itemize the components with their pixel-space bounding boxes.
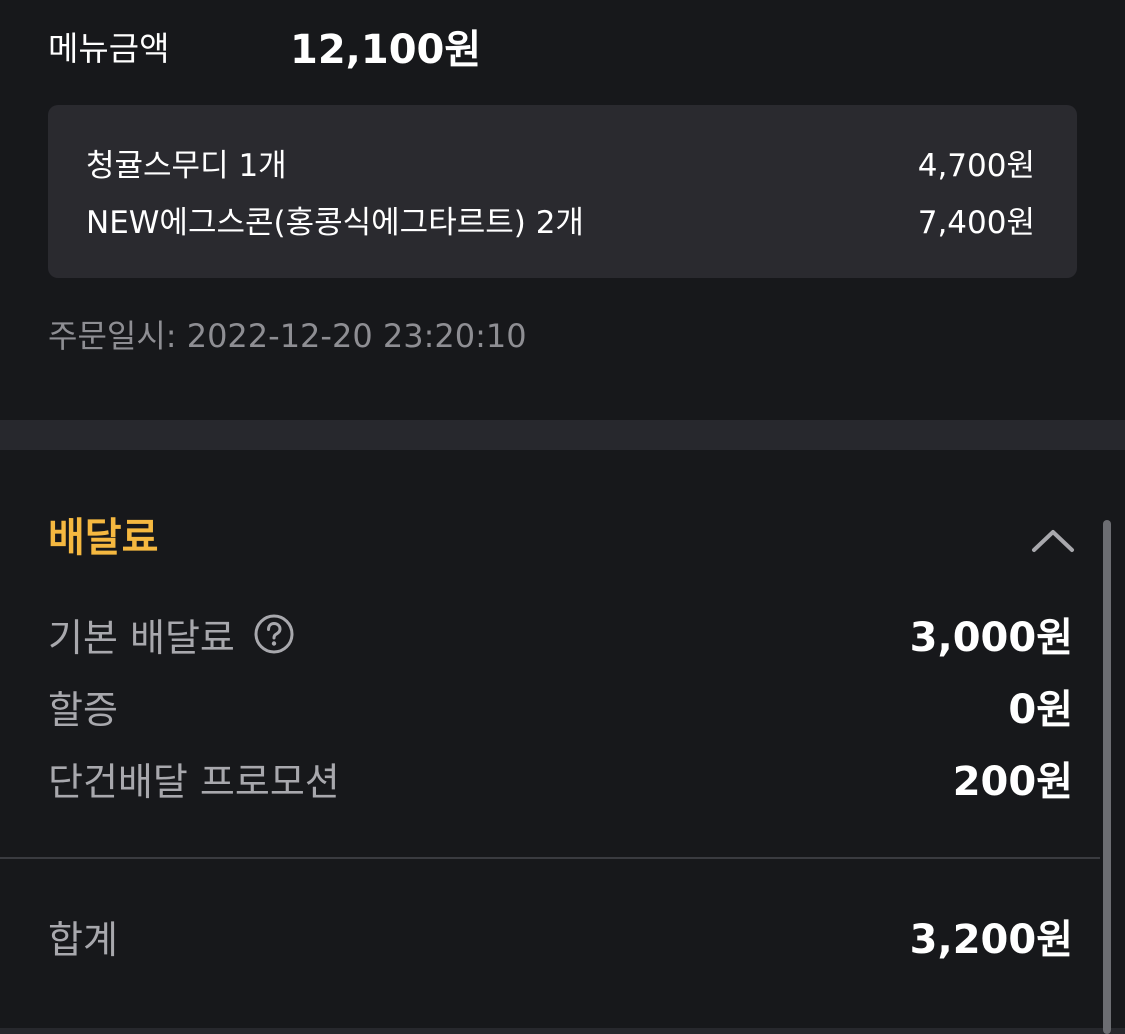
fee-label: 단건배달 프로모션 [48,759,340,804]
fee-value: 200원 [952,759,1073,805]
fee-label: 할증 [48,687,118,732]
fee-value: 0원 [1008,687,1073,733]
delivery-fee-title: 배달료 [48,515,159,561]
question-circle-icon[interactable] [253,613,295,655]
order-item-name: NEW에그스콘(홍콩식에그타르트) 2개 [86,204,584,241]
order-item-price: 4,700원 [917,147,1035,184]
order-item-price: 7,400원 [917,204,1035,241]
order-detail-page: 메뉴금액 12,100원 청귤스무디 1개 4,700원 NEW에그스콘(홍콩식… [0,0,1125,1034]
order-item-name: 청귤스무디 1개 [86,147,287,184]
menu-amount-total: 12,100원 [290,27,482,73]
fee-label: 기본 배달료 [48,615,235,660]
collapse-button[interactable] [1026,518,1080,562]
scrollbar[interactable] [1103,520,1111,1034]
chevron-up-icon [1032,530,1074,552]
fee-total-label: 합계 [48,917,118,962]
order-item-row: NEW에그스콘(홍콩식에그타르트) 2개 7,400원 [86,194,1035,244]
fee-row-surcharge: 할증 0원 [48,676,1073,736]
fee-row-promotion: 단건배달 프로모션 200원 [48,748,1073,808]
order-date: 주문일시: 2022-12-20 23:20:10 [48,317,527,355]
section-divider-bottom [0,1028,1125,1034]
section-divider [0,420,1125,450]
divider [0,857,1100,859]
menu-amount-row: 메뉴금액 12,100원 [48,18,481,74]
fee-row-base: 기본 배달료 3,000원 [48,604,1073,664]
fee-total-row: 합계 3,200원 [48,906,1073,966]
order-item-row: 청귤스무디 1개 4,700원 [86,137,1035,187]
order-items-box: 청귤스무디 1개 4,700원 NEW에그스콘(홍콩식에그타르트) 2개 7,4… [48,105,1077,278]
menu-amount-label: 메뉴금액 [48,29,170,68]
fee-total-value: 3,200원 [909,917,1073,963]
fee-label-wrap: 기본 배달료 [48,607,295,662]
fee-value: 3,000원 [909,615,1073,661]
